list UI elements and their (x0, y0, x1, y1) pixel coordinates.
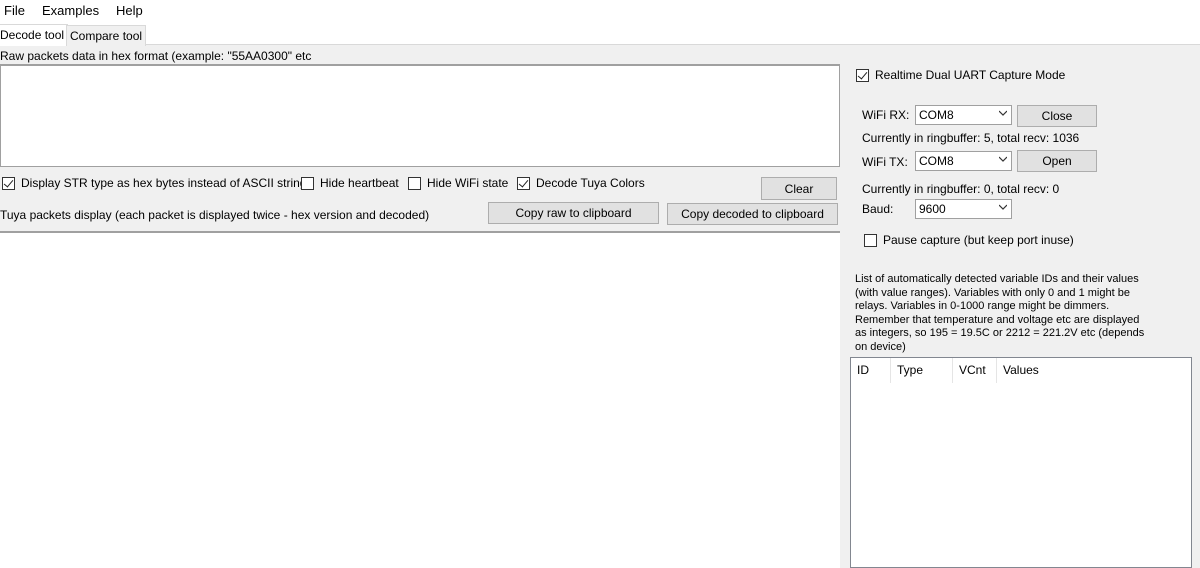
display-str-hex-checkbox[interactable]: Display STR type as hex bytes instead of… (2, 175, 306, 191)
tab-decode-tool[interactable]: Decode tool (0, 24, 69, 46)
wifi-rx-port-select[interactable]: COM8 (915, 105, 1012, 125)
baud-value: 9600 (919, 202, 946, 216)
wifi-tx-status: Currently in ringbuffer: 0, total recv: … (862, 182, 1060, 196)
wifi-rx-close-button[interactable]: Close (1017, 105, 1097, 127)
chevron-down-icon (999, 204, 1007, 210)
hide-wifi-state-checkbox[interactable]: Hide WiFi state (408, 175, 508, 191)
column-header-values[interactable]: Values (997, 358, 1117, 383)
chevron-down-icon (999, 110, 1007, 116)
pause-capture-label: Pause capture (but keep port inuse) (883, 233, 1074, 247)
checkbox-icon (856, 68, 869, 82)
wifi-rx-port-value: COM8 (919, 108, 954, 122)
column-header-vcnt[interactable]: VCnt (953, 358, 997, 383)
description-line: on device) (855, 340, 906, 353)
description-line: Remember that temperature and voltage et… (855, 313, 1140, 326)
raw-packets-input[interactable] (0, 64, 840, 167)
description-line: as integers, so 195 = 19.5C or 2212 = 22… (855, 327, 1145, 339)
column-header-type[interactable]: Type (891, 358, 953, 383)
wifi-rx-status: Currently in ringbuffer: 5, total recv: … (862, 131, 1080, 145)
baud-label: Baud: (862, 202, 894, 216)
checkbox-icon (517, 176, 530, 190)
wifi-rx-label: WiFi RX: (862, 108, 910, 122)
hide-wifi-state-label: Hide WiFi state (427, 176, 509, 190)
raw-input-label: Raw packets data in hex format (example:… (0, 49, 312, 63)
hide-heartbeat-label: Hide heartbeat (320, 176, 399, 190)
realtime-capture-label: Realtime Dual UART Capture Mode (875, 68, 1066, 82)
variables-list[interactable]: ID Type VCnt Values (850, 357, 1192, 568)
display-str-hex-label: Display STR type as hex bytes instead of… (21, 176, 307, 190)
menu-bar: File Examples Help (0, 0, 1200, 22)
description-line: (with value ranges). Variables with only… (855, 286, 1130, 299)
checkbox-icon (408, 176, 421, 190)
wifi-tx-port-select[interactable]: COM8 (915, 151, 1012, 171)
realtime-capture-checkbox[interactable]: Realtime Dual UART Capture Mode (856, 67, 1065, 83)
tab-strip: Decode tool Compare tool (0, 22, 1200, 46)
copy-raw-button[interactable]: Copy raw to clipboard (488, 202, 659, 224)
checkbox-icon (2, 176, 15, 190)
hide-heartbeat-checkbox[interactable]: Hide heartbeat (301, 175, 399, 191)
decode-tuya-colors-checkbox[interactable]: Decode Tuya Colors (517, 175, 645, 191)
checkbox-icon (301, 176, 314, 190)
copy-decoded-button[interactable]: Copy decoded to clipboard (667, 203, 838, 225)
baud-select[interactable]: 9600 (915, 199, 1012, 219)
menu-file[interactable]: File (4, 3, 25, 18)
tab-compare-tool[interactable]: Compare tool (66, 25, 147, 46)
clear-button[interactable]: Clear (761, 177, 837, 200)
packets-output[interactable] (0, 231, 840, 568)
description-line: relays. Variables in 0-1000 range might … (855, 300, 1110, 312)
packets-display-label: Tuya packets display (each packet is dis… (0, 208, 430, 222)
menu-help[interactable]: Help (116, 3, 143, 18)
column-header-id[interactable]: ID (851, 358, 891, 383)
decode-tuya-colors-label: Decode Tuya Colors (536, 176, 645, 190)
pause-capture-checkbox[interactable]: Pause capture (but keep port inuse) (864, 232, 1074, 248)
description-line: List of automatically detected variable … (855, 273, 1139, 285)
chevron-down-icon (999, 156, 1007, 162)
wifi-tx-open-button[interactable]: Open (1017, 150, 1097, 172)
wifi-tx-port-value: COM8 (919, 154, 954, 168)
checkbox-icon (864, 233, 877, 247)
variables-description: List of automatically detected variable … (855, 273, 1144, 354)
wifi-tx-label: WiFi TX: (862, 155, 908, 169)
menu-examples[interactable]: Examples (42, 3, 99, 18)
